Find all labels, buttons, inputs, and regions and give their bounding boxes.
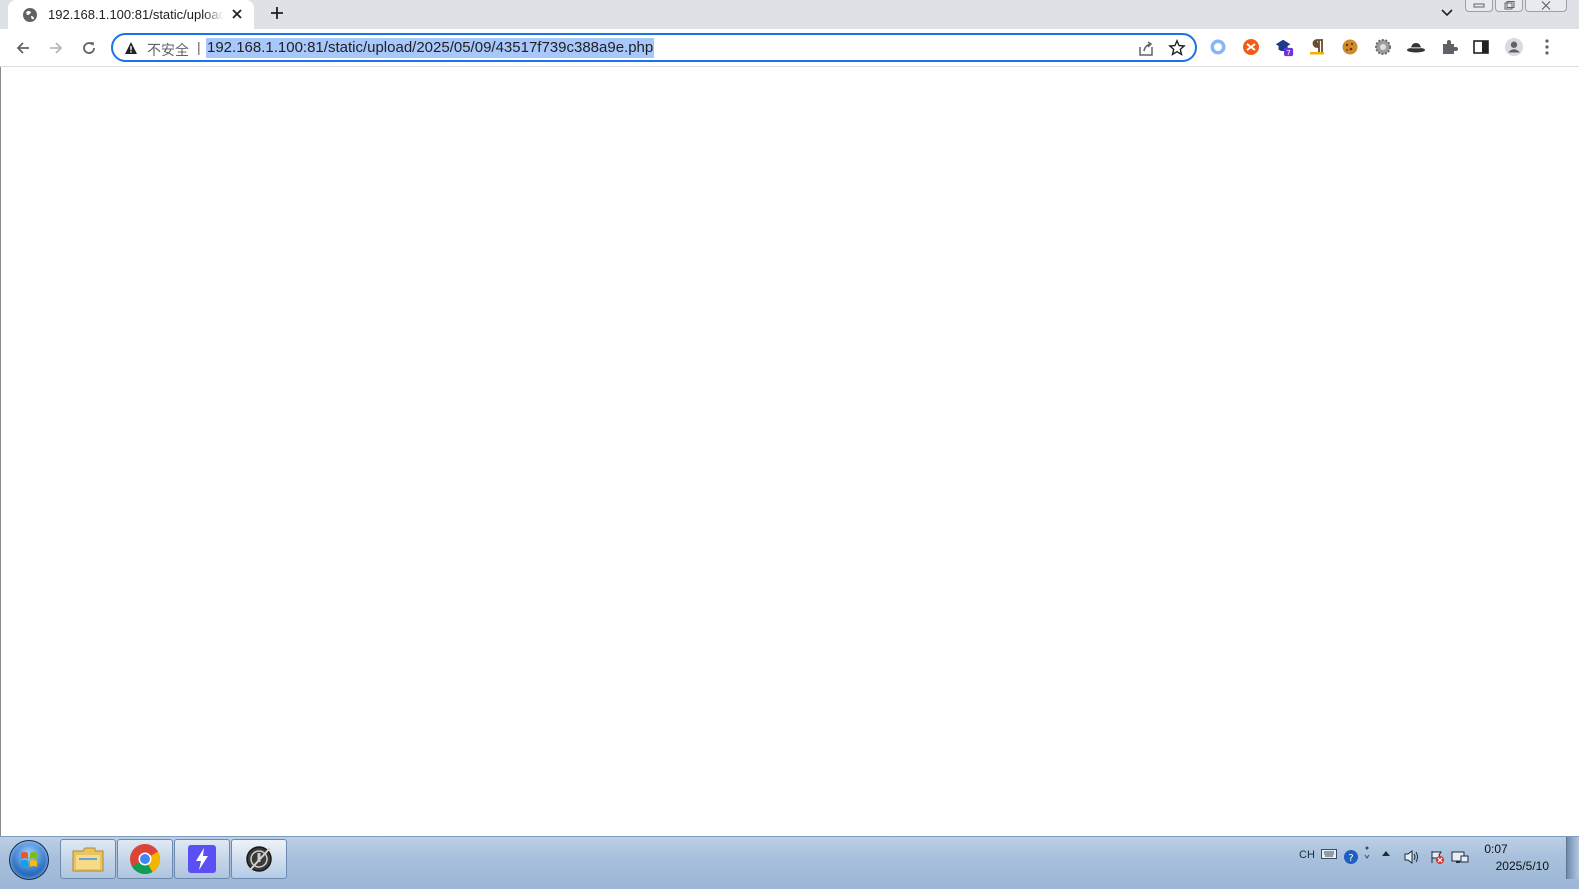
purple-extension-icon[interactable]: 7 [1274,37,1294,57]
restore-button[interactable] [1495,0,1523,12]
browser-tab[interactable]: 192.168.1.100:81/static/upload/2025/05/0… [8,0,254,29]
system-tray: CH ? 0:07 2025/5/10 [1279,837,1579,879]
hat-extension-icon[interactable] [1406,37,1426,57]
security-label[interactable]: 不安全 [147,40,189,60]
help-icon[interactable]: ? [1343,849,1359,865]
volume-icon[interactable] [1403,849,1421,865]
burp-app-icon[interactable] [231,839,287,879]
tab-search-chevron-icon[interactable] [1437,3,1457,23]
minimize-button[interactable] [1465,0,1493,12]
cookie-extension-icon[interactable] [1340,37,1360,57]
svg-text:7: 7 [1286,48,1291,57]
globe-icon [22,7,38,23]
share-icon[interactable] [1137,40,1155,58]
clock-time[interactable]: 0:07 [1461,842,1531,856]
keyboard-icon[interactable] [1321,849,1337,859]
chrome-icon[interactable] [117,839,173,879]
windows-logo-icon [21,852,37,867]
side-panel-icon[interactable] [1471,37,1491,57]
reload-button[interactable] [77,36,101,60]
bookmark-star-icon[interactable] [1168,39,1186,57]
forward-arrow-icon [50,42,63,54]
back-button[interactable] [11,36,35,60]
ime-options-icon[interactable] [1363,845,1371,863]
action-center-icon[interactable] [1429,849,1445,865]
lightning-app-icon[interactable] [174,839,230,879]
show-desktop-button[interactable] [1566,837,1579,879]
profile-icon[interactable] [1504,37,1524,57]
puzzle-icon[interactable] [1439,37,1459,57]
circle-extension-icon[interactable] [1208,37,1228,57]
address-bar[interactable]: 不安全 | 192.168.1.100:81/static/upload/202… [111,33,1197,62]
gear-extension-icon[interactable] [1373,37,1393,57]
start-button[interactable] [9,840,49,880]
close-tab-icon[interactable] [228,5,246,23]
svg-text:?: ? [1348,853,1353,864]
page-content[interactable] [0,67,1579,836]
file-explorer-icon[interactable] [60,839,116,879]
orange-extension-icon[interactable] [1241,37,1261,57]
new-tab-button[interactable] [266,2,288,24]
window-controls [1463,0,1567,12]
warning-icon[interactable] [124,41,138,55]
clock-date[interactable]: 2025/5/10 [1469,859,1549,873]
back-arrow-icon [16,42,29,54]
taskbar: CH ? 0:07 2025/5/10 [0,836,1579,889]
tab-strip: 192.168.1.100:81/static/upload/2025/05/0… [0,0,1579,29]
close-window-button[interactable] [1525,0,1567,12]
security-separator: | [197,39,201,55]
reload-icon [83,42,95,54]
show-hidden-icons-icon[interactable] [1381,849,1391,857]
menu-dots-icon[interactable] [1537,37,1557,57]
tab-title: 192.168.1.100:81/static/upload/2025/05/0… [48,7,224,22]
url-text[interactable]: 192.168.1.100:81/static/upload/2025/05/0… [206,38,655,58]
ime-indicator[interactable]: CH [1299,849,1315,861]
forward-button[interactable] [44,36,68,60]
pilcrow-extension-icon[interactable] [1307,37,1327,57]
